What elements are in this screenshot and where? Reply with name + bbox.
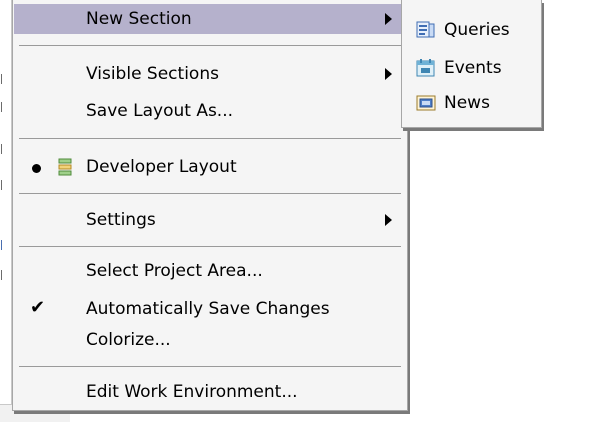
new-section-submenu: Queries Events News [401,0,542,128]
screen: New Section Visible Sections Save Layout… [0,0,594,422]
submenu-item-queries[interactable]: Queries [408,15,537,45]
context-menu: New Section Visible Sections Save Layout… [12,0,408,411]
menu-item-colorize[interactable]: Colorize... [14,325,406,355]
menu-separator [19,138,401,139]
menu-item-visible-sections[interactable]: Visible Sections [14,59,406,89]
menu-item-automatically-save-changes[interactable]: ✔ Automatically Save Changes [14,294,406,324]
menu-item-label: New Section [86,9,192,29]
background-text-fragment [1,240,7,250]
menu-item-label: Settings [86,210,156,230]
queries-icon [416,21,435,38]
background-text-fragment [1,102,7,112]
submenu-arrow-icon [385,214,392,226]
menu-item-label: Colorize... [86,330,171,350]
submenu-item-news[interactable]: News [408,88,537,118]
menu-item-settings[interactable]: Settings [14,205,406,235]
menu-item-label: Edit Work Environment... [86,382,298,402]
menu-item-label: Save Layout As... [86,101,234,121]
menu-item-developer-layout[interactable]: Developer Layout [14,152,406,182]
background-text-fragment [1,74,7,84]
menu-item-save-layout-as[interactable]: Save Layout As... [14,96,406,126]
background-text-fragment [1,180,7,190]
background-text-fragment [1,270,7,280]
background-window [0,0,12,422]
background-text-fragment [1,144,7,154]
submenu-arrow-icon [385,13,392,25]
news-icon [416,95,436,111]
menu-separator [19,246,401,247]
checkmark-icon: ✔ [30,297,46,318]
menu-item-new-section[interactable]: New Section [14,4,406,34]
submenu-item-label: Events [444,58,502,78]
menu-item-label: Automatically Save Changes [86,299,330,319]
submenu-arrow-icon [385,68,392,80]
menu-item-edit-work-environment[interactable]: Edit Work Environment... [14,377,406,407]
menu-item-select-project-area[interactable]: Select Project Area... [14,256,406,286]
submenu-item-label: News [444,93,490,113]
layout-icon [58,158,72,176]
submenu-item-label: Queries [444,20,510,40]
menu-item-label: Select Project Area... [86,261,263,281]
events-icon [416,59,435,77]
menu-item-label: Visible Sections [86,64,219,84]
menu-separator [19,366,401,367]
menu-separator [19,193,401,194]
menu-item-label: Developer Layout [86,157,237,177]
menu-separator [19,45,401,46]
radio-bullet-icon [32,164,41,173]
submenu-item-events[interactable]: Events [408,53,537,83]
